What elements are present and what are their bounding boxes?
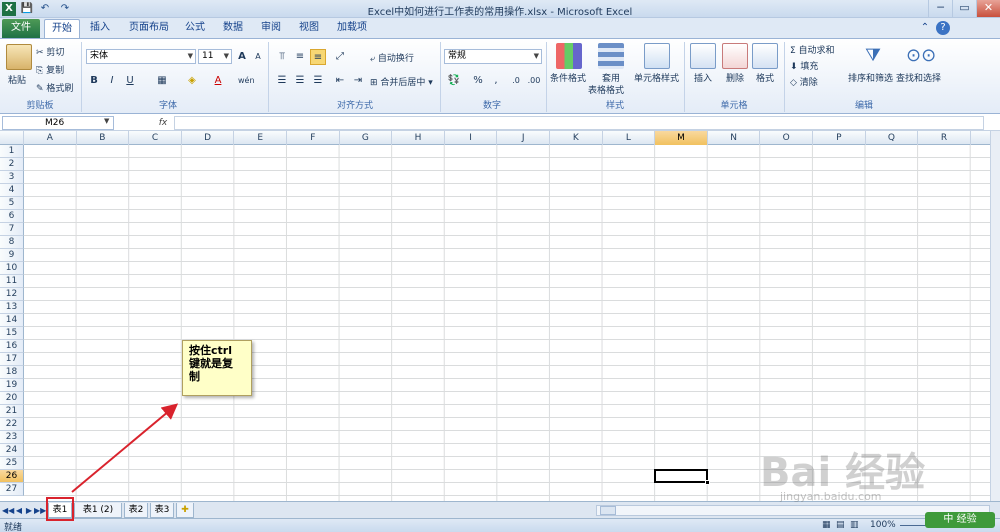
baidu-watermark-url: jingyan.baidu.com (780, 490, 882, 503)
jingyan-corner-logo: 中 经验 (925, 512, 995, 528)
callout-note: 按住ctrl 键就是复 制 (182, 340, 252, 396)
